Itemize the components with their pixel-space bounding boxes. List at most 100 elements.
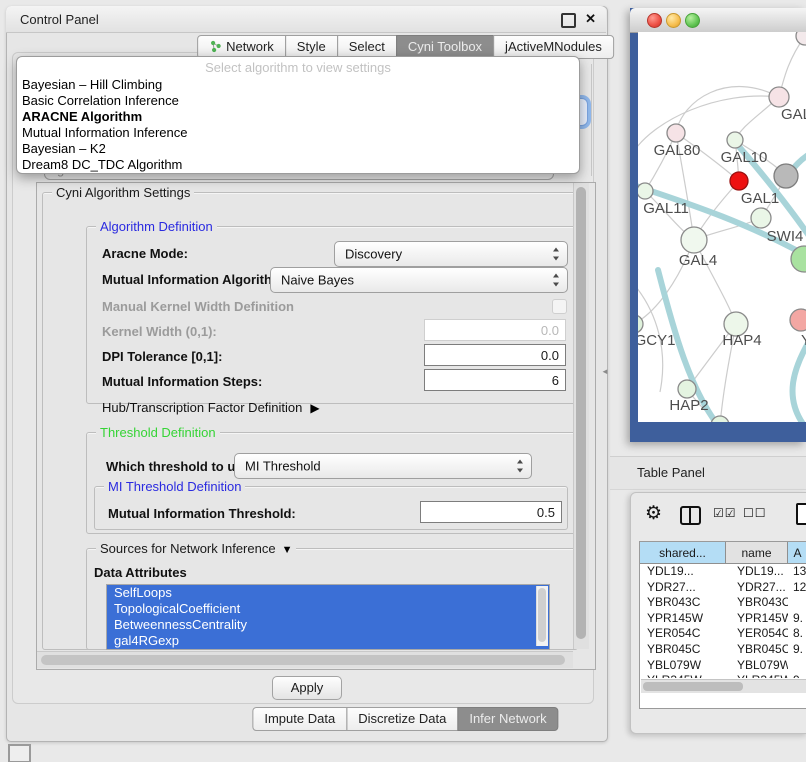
column-header-name[interactable]: name xyxy=(726,542,788,564)
attributes-list-scrollbar[interactable] xyxy=(536,586,548,646)
close-traffic-light-icon[interactable] xyxy=(647,13,662,28)
cell: YDL19... xyxy=(640,564,726,580)
node-label-hap2: HAP2 xyxy=(664,397,714,414)
mi-algorithm-type-combobox[interactable]: Naive Bayes xyxy=(270,267,568,293)
hub-definition-expander[interactable]: Hub/Transcription Factor Definition▶ xyxy=(102,400,320,415)
list-item-gal4rgexp[interactable]: gal4RGexp xyxy=(107,633,549,649)
cell: YBL079W xyxy=(726,658,788,674)
cell: YPR145W xyxy=(726,611,788,627)
node-gal4[interactable] xyxy=(681,227,707,253)
table-row[interactable]: YBR043C YBR043C xyxy=(640,595,806,611)
network-canvas[interactable]: GAL GAL80 GAL10 GAL1 GAL11 SWI4 GAL4 GCY… xyxy=(638,32,806,422)
mi-algorithm-type-value: Naive Bayes xyxy=(281,273,354,288)
table-row[interactable]: YPR145W YPR145W 9. xyxy=(640,611,806,627)
close-icon[interactable]: ✕ xyxy=(585,11,596,27)
node-gal1[interactable] xyxy=(751,208,771,228)
cell: 9. xyxy=(788,611,806,627)
table-row[interactable]: YDR27... YDR27... 12 xyxy=(640,580,806,596)
mi-threshold-label: Mutual Information Threshold: xyxy=(108,506,296,521)
mi-threshold-definition-title: MI Threshold Definition xyxy=(104,479,245,494)
dropdown-item-mutual-information[interactable]: Mutual Information Inference xyxy=(17,125,579,141)
columns-icon[interactable] xyxy=(680,506,701,525)
unchecked-checkboxes-icon[interactable]: ☐☐ xyxy=(743,506,767,520)
cell: YLR345W xyxy=(640,673,726,678)
hub-definition-label: Hub/Transcription Factor Definition xyxy=(102,400,302,415)
column-header-cut[interactable]: A xyxy=(788,542,806,564)
cyni-algorithm-settings-title: Cyni Algorithm Settings xyxy=(52,185,194,200)
which-threshold-combobox[interactable]: MI Threshold xyxy=(234,453,532,479)
list-item-topologicalcoefficient[interactable]: TopologicalCoefficient xyxy=(107,601,549,617)
table-body: YDL19... YDL19... 13 YDR27... YDR27... 1… xyxy=(640,564,806,678)
node-gray[interactable] xyxy=(774,164,798,188)
tab-impute-data[interactable]: Impute Data xyxy=(252,707,347,731)
aracne-mode-label: Aracne Mode: xyxy=(102,246,188,261)
dropdown-item-bayesian-hill-climbing[interactable]: Bayesian – Hill Climbing xyxy=(17,77,579,93)
table-scrollbar-thumb[interactable] xyxy=(643,682,743,691)
node-label-gal4: GAL4 xyxy=(674,252,722,269)
settings-vertical-scrollbar[interactable] xyxy=(573,183,589,649)
node-gal-top[interactable] xyxy=(769,87,789,107)
vertical-scrollbar-thumb[interactable] xyxy=(576,187,586,639)
table-row[interactable]: YBR045C YBR045C 9. xyxy=(640,642,806,658)
attributes-scrollbar-thumb[interactable] xyxy=(538,588,546,642)
manual-kernel-width-checkbox xyxy=(552,299,567,314)
table-panel-window: ⚙ ☑☑ ☐☐ shared... name A YDL19... YDL19.… xyxy=(630,492,806,734)
table-panel-bar: Table Panel xyxy=(610,456,806,490)
splitter-arrow-icon[interactable]: ◄ xyxy=(601,367,609,376)
chevron-down-icon: ▼ xyxy=(282,543,293,558)
table-horizontal-scrollbar[interactable] xyxy=(641,679,806,693)
zoom-traffic-light-icon[interactable] xyxy=(685,13,700,28)
table-row[interactable]: YBL079W YBL079W xyxy=(640,658,806,674)
mi-steps-field[interactable]: 6 xyxy=(424,369,566,391)
aracne-mode-combobox[interactable]: Discovery xyxy=(334,241,568,267)
minimize-traffic-light-icon[interactable] xyxy=(666,13,681,28)
dropdown-item-dream8[interactable]: Dream8 DC_TDC Algorithm xyxy=(17,157,579,173)
node-label-gal10: GAL10 xyxy=(716,149,772,166)
table-row[interactable]: YLR345W YLR345W 9. xyxy=(640,673,806,678)
list-item-selfloops[interactable]: SelfLoops xyxy=(107,585,549,601)
tab-infer-network[interactable]: Infer Network xyxy=(457,707,558,731)
table-panel-title: Table Panel xyxy=(637,465,705,480)
cell: YBL079W xyxy=(640,658,726,674)
dropdown-item-bayesian-k2[interactable]: Bayesian – K2 xyxy=(17,141,579,157)
sources-title-row[interactable]: Sources for Network Inference▼ xyxy=(96,541,296,558)
network-icon xyxy=(209,40,222,53)
mi-threshold-field[interactable]: 0.5 xyxy=(420,501,562,523)
horizontal-scrollbar-thumb[interactable] xyxy=(41,655,565,665)
cell: 9. xyxy=(788,673,806,678)
apply-button[interactable]: Apply xyxy=(272,676,342,700)
node-label-gal11: GAL11 xyxy=(640,200,692,217)
tab-select-label: Select xyxy=(349,39,385,54)
dropdown-item-basic-correlation[interactable]: Basic Correlation Inference xyxy=(17,93,579,109)
node-red[interactable] xyxy=(730,172,748,190)
node-label-y-cut: Y xyxy=(796,332,806,349)
algorithm-dropdown-popup: Select algorithm to view settings Bayesi… xyxy=(16,56,580,174)
node-gal80[interactable] xyxy=(667,124,685,142)
table-row[interactable]: YER054C YER054C 8. xyxy=(640,626,806,642)
table-row[interactable]: YDL19... YDL19... 13 xyxy=(640,564,806,580)
tab-discretize-data[interactable]: Discretize Data xyxy=(346,707,458,731)
node-salmon[interactable] xyxy=(790,309,806,331)
gear-icon[interactable]: ⚙ xyxy=(645,504,662,523)
node-top-cut[interactable] xyxy=(796,32,806,45)
network-window-titlebar[interactable] xyxy=(630,8,806,33)
dropdown-item-aracne[interactable]: ARACNE Algorithm xyxy=(17,109,579,125)
node-gcy1[interactable] xyxy=(638,315,643,333)
node-gal11[interactable] xyxy=(638,183,653,199)
float-window-icon[interactable] xyxy=(561,13,576,28)
list-item-betweennesscentrality[interactable]: BetweennessCentrality xyxy=(107,617,549,633)
cell: YBR043C xyxy=(726,595,788,611)
settings-horizontal-scrollbar[interactable] xyxy=(37,651,573,668)
checked-checkboxes-icon[interactable]: ☑☑ xyxy=(713,506,737,520)
cell: 13 xyxy=(788,564,806,580)
cell: YLR345W xyxy=(726,673,788,678)
node-gal10[interactable] xyxy=(727,132,743,148)
node-hap2[interactable] xyxy=(678,380,696,398)
cell xyxy=(788,658,806,674)
dpi-tolerance-field[interactable]: 0.0 xyxy=(424,344,566,366)
dock-panel-icon[interactable] xyxy=(8,744,31,762)
document-icon[interactable] xyxy=(796,503,806,525)
cell: YBR045C xyxy=(726,642,788,658)
column-header-shared-name[interactable]: shared... xyxy=(640,542,726,564)
stepper-arrows-icon xyxy=(553,248,560,261)
